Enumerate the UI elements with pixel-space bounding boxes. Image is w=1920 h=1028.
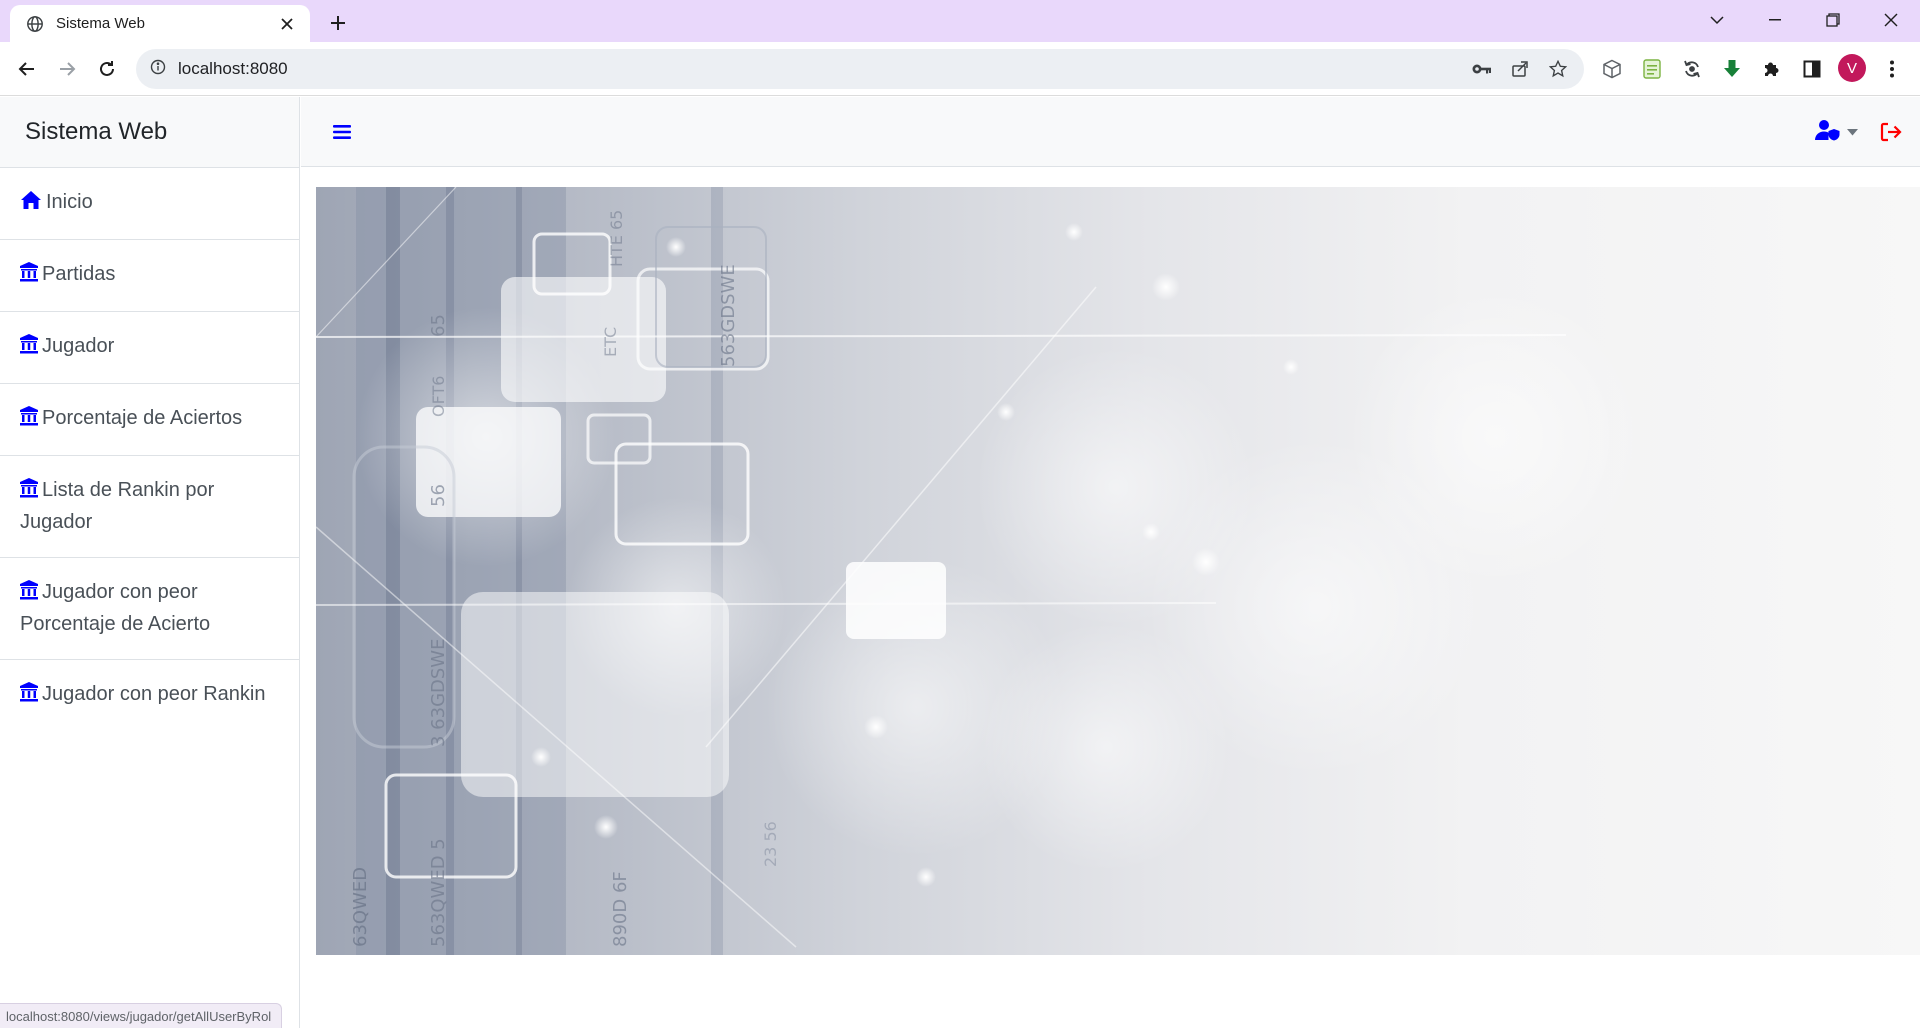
side-panel-icon[interactable] — [1797, 54, 1827, 84]
globe-icon — [24, 13, 46, 35]
user-shield-icon — [1815, 119, 1841, 146]
sidebar-item-label: Lista de Rankin por Jugador — [20, 479, 215, 533]
landmark-icon — [20, 681, 38, 711]
kebab-menu-icon[interactable] — [1877, 54, 1907, 84]
sidebar-brand[interactable]: Sistema Web — [0, 97, 299, 168]
sync-extension-icon[interactable] — [1677, 54, 1707, 84]
forward-button[interactable] — [52, 54, 82, 84]
sidebar-item-partidas[interactable]: Partidas — [0, 240, 299, 312]
sidebar-item-label: Jugador — [42, 335, 115, 357]
landmark-icon — [20, 477, 38, 507]
cube-extension-icon[interactable] — [1597, 54, 1627, 84]
top-navbar — [301, 97, 1920, 167]
browser-tabstrip: Sistema Web — [0, 0, 1920, 42]
bars-icon[interactable] — [329, 119, 355, 145]
sidebar-item-label: Jugador con peor Porcentaje de Acierto — [20, 581, 211, 635]
user-dropdown-button[interactable] — [1815, 117, 1858, 147]
key-icon[interactable] — [1470, 57, 1494, 81]
share-icon[interactable] — [1508, 57, 1532, 81]
home-icon — [20, 189, 42, 219]
status-url-bar: localhost:8080/views/jugador/getAllUserB… — [0, 1003, 283, 1028]
svg-text:HTE 65: HTE 65 — [607, 210, 626, 267]
bookmark-star-icon[interactable] — [1546, 57, 1570, 81]
sidebar-item-inicio[interactable]: Inicio — [0, 168, 299, 240]
sidebar: Sistema Web Inicio Partidas Jugador Porc… — [0, 97, 300, 1028]
hero-illustration: 63QWED 563QWED 5 3 63GDSWE 563GDSWE 890D… — [316, 187, 1646, 955]
caret-down-icon — [1847, 123, 1858, 141]
svg-text:OFT6: OFT6 — [429, 376, 448, 417]
close-tab-icon[interactable] — [276, 13, 298, 35]
svg-text:56: 56 — [428, 484, 449, 507]
profile-avatar[interactable]: V — [1838, 54, 1866, 82]
tab-search-button[interactable] — [1688, 0, 1746, 40]
close-window-button[interactable] — [1862, 0, 1920, 40]
svg-text:ETC: ETC — [601, 327, 620, 357]
browser-tab[interactable]: Sistema Web — [10, 5, 310, 42]
svg-text:63QWED: 63QWED — [350, 867, 371, 947]
tab-title: Sistema Web — [56, 15, 145, 32]
sidebar-item-label: Inicio — [46, 191, 93, 213]
minimize-button[interactable] — [1746, 0, 1804, 40]
svg-text:3 63GDSWE: 3 63GDSWE — [428, 639, 449, 747]
url-text: localhost:8080 — [178, 59, 288, 78]
landmark-icon — [20, 579, 38, 609]
browser-toolbar: localhost:8080 V — [0, 42, 1920, 96]
hero-image: 63QWED 563QWED 5 3 63GDSWE 563GDSWE 890D… — [316, 187, 1920, 955]
download-icon[interactable] — [1717, 54, 1747, 84]
sidebar-item-label: Jugador con peor Rankin — [42, 683, 266, 705]
svg-text:890D 6F: 890D 6F — [610, 871, 631, 947]
sheet-extension-icon[interactable] — [1637, 54, 1667, 84]
landmark-icon — [20, 261, 38, 291]
restore-button[interactable] — [1804, 0, 1862, 40]
sidebar-item-label: Porcentaje de Aciertos — [42, 407, 243, 429]
puzzle-extensions-icon[interactable] — [1757, 54, 1787, 84]
reload-button[interactable] — [92, 54, 122, 84]
svg-text:563GDSWE: 563GDSWE — [718, 264, 739, 367]
svg-text:563QWED 5: 563QWED 5 — [428, 838, 449, 947]
svg-text:65: 65 — [428, 314, 449, 337]
address-bar[interactable]: localhost:8080 — [136, 49, 1584, 89]
sidebar-item-porcentaje-aciertos[interactable]: Porcentaje de Aciertos — [0, 384, 299, 456]
landmark-icon — [20, 405, 38, 435]
landmark-icon — [20, 333, 38, 363]
back-button[interactable] — [12, 54, 42, 84]
sidebar-item-peor-rankin[interactable]: Jugador con peor Rankin — [0, 660, 299, 731]
sidebar-item-jugador[interactable]: Jugador — [0, 312, 299, 384]
sidebar-item-peor-porcentaje[interactable]: Jugador con peor Porcentaje de Acierto — [0, 558, 299, 660]
new-tab-button[interactable] — [324, 9, 352, 37]
sign-out-icon[interactable] — [1876, 117, 1906, 147]
sidebar-item-label: Partidas — [42, 263, 116, 285]
sidebar-item-lista-rankin[interactable]: Lista de Rankin por Jugador — [0, 456, 299, 558]
svg-text:23 56: 23 56 — [761, 821, 780, 867]
info-icon[interactable] — [150, 59, 166, 80]
